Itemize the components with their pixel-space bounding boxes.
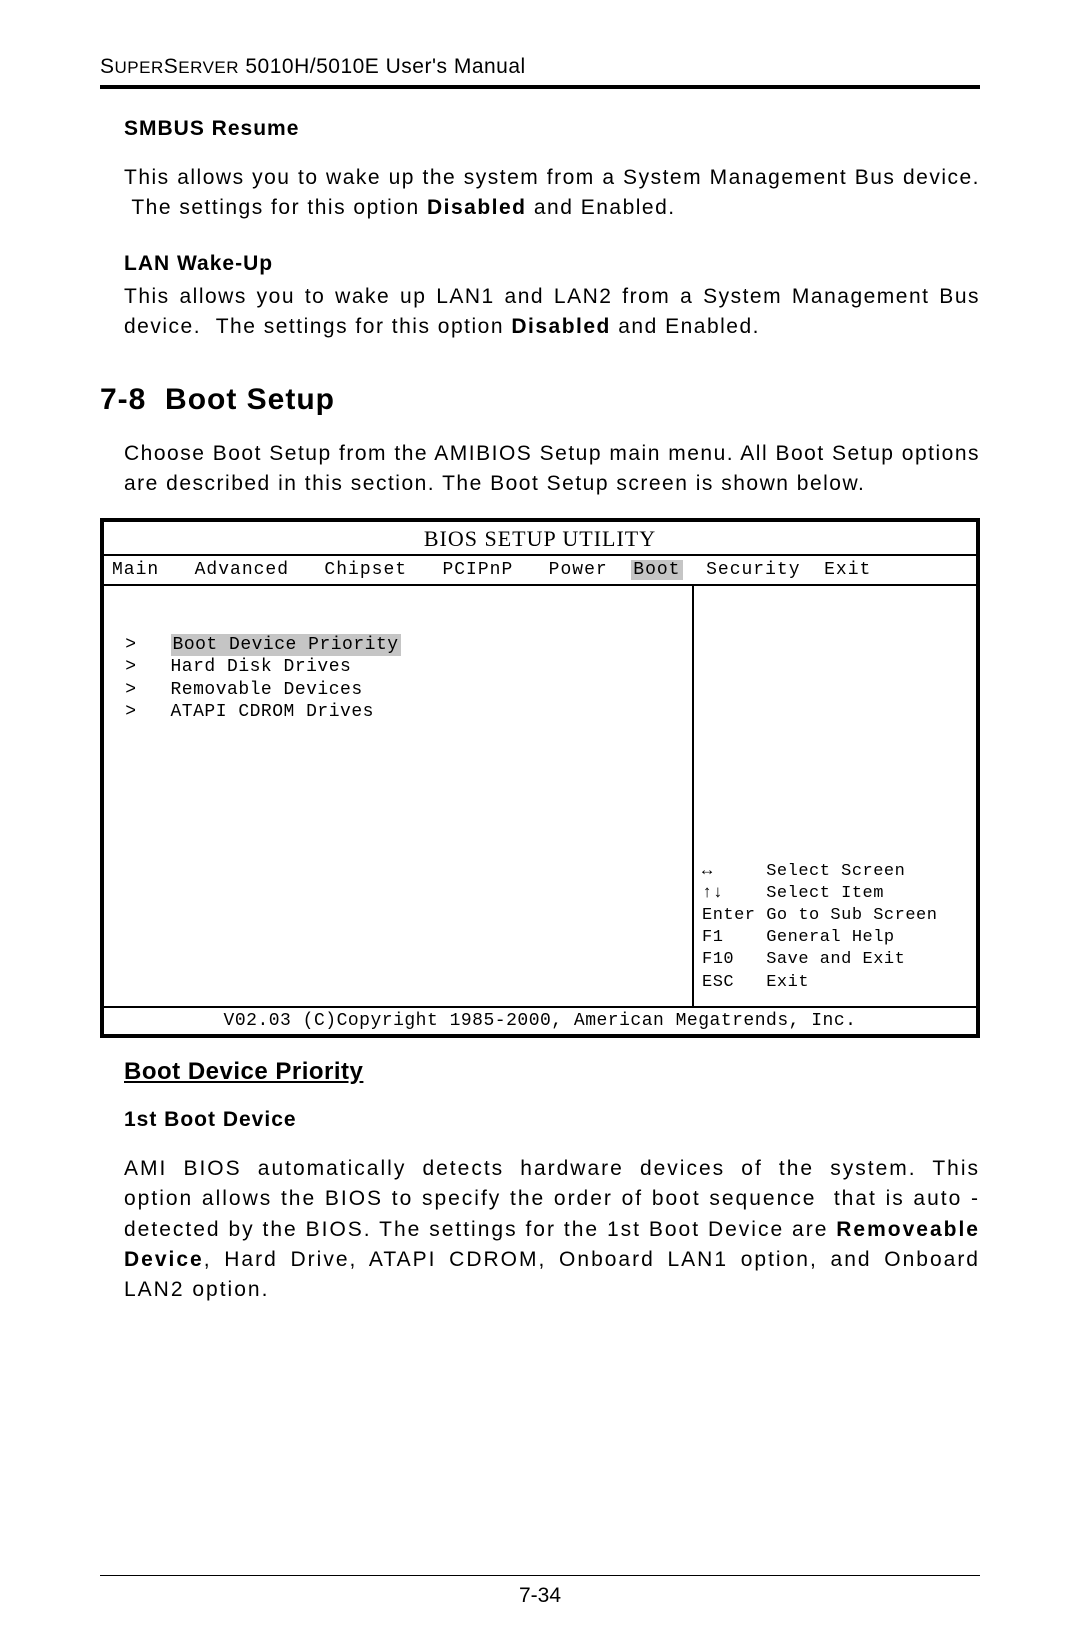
- bios-title: BIOS SETUP UTILITY: [104, 522, 976, 554]
- bios-item: > Hard Disk Drives: [114, 656, 684, 679]
- bios-screenshot: BIOS SETUP UTILITY Main Advanced Chipset…: [100, 518, 980, 1038]
- section-title: 7-8 Boot Setup: [100, 383, 980, 417]
- section-intro: Choose Boot Setup from the AMIBIOS Setup…: [124, 439, 980, 500]
- bios-item: > Boot Device Priority: [114, 634, 684, 657]
- smbus-text: This allows you to wake up the system fr…: [124, 163, 980, 224]
- smbus-heading: SMBUS Resume: [124, 117, 980, 141]
- bios-help: ↔ Select Screen ↑↓ Select Item Enter Go …: [702, 861, 937, 994]
- first-boot-text: AMI BIOS automatically detects hardware …: [124, 1154, 980, 1306]
- bios-tab-boot: Boot: [631, 560, 682, 580]
- boot-priority-heading: Boot Device Priority: [124, 1058, 980, 1086]
- header-rule: [100, 85, 980, 89]
- section-number: 7-8: [100, 383, 146, 416]
- page-number: 7-34: [0, 1584, 1080, 1608]
- bios-item: > Removable Devices: [114, 679, 684, 702]
- section-name: Boot Setup: [165, 383, 335, 416]
- page-header: SUPERSERVER 5010H/5010E User's Manual: [100, 55, 980, 85]
- bios-right-panel: ↔ Select Screen ↑↓ Select Item Enter Go …: [694, 586, 976, 1006]
- lan-heading: LAN Wake-Up: [124, 252, 980, 276]
- lan-text: This allows you to wake up LAN1 and LAN2…: [124, 282, 980, 343]
- bios-footer: V02.03 (C)Copyright 1985-2000, American …: [104, 1006, 976, 1034]
- bios-tabs: Main Advanced Chipset PCIPnP Power Boot …: [104, 554, 976, 586]
- bios-item: > ATAPI CDROM Drives: [114, 701, 684, 724]
- footer-rule: [100, 1575, 980, 1576]
- bios-left-panel: > Boot Device Priority > Hard Disk Drive…: [104, 586, 694, 1006]
- first-boot-heading: 1st Boot Device: [124, 1108, 980, 1132]
